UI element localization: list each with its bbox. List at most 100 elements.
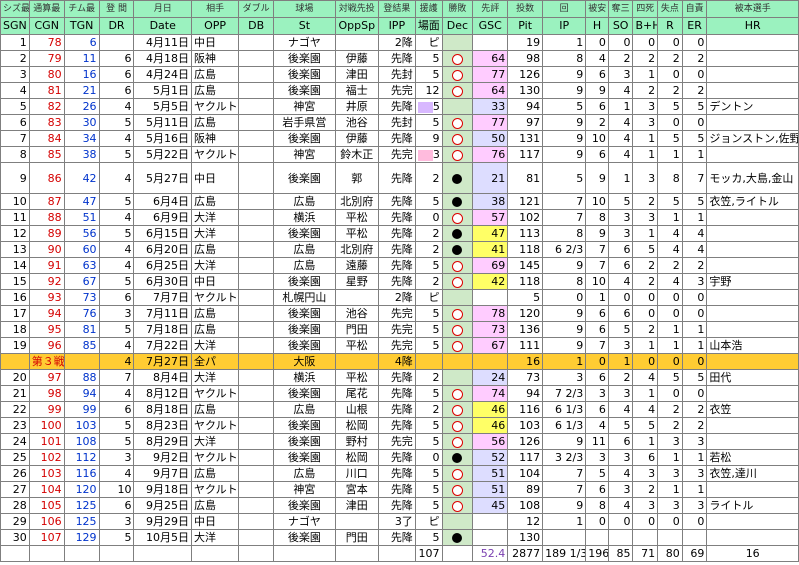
cell-dec — [441, 401, 474, 418]
cell-dec — [441, 337, 474, 354]
cell-so: 2 — [607, 369, 634, 386]
win-mark-icon — [451, 53, 463, 65]
total-pit: 2877 — [507, 545, 544, 562]
cell-dr: 4 — [98, 385, 135, 402]
game-row: 17 94 76 3 7月11日 広島 後楽園 池谷 先完 5 78 120 9 6 6 0 0 0 — [0, 305, 799, 322]
cell-cgn: 82 — [28, 98, 65, 115]
cell-scene: 5 — [414, 417, 443, 434]
cell-er: 4 — [681, 241, 708, 258]
total-st — [273, 545, 336, 562]
cell-bh: 1 — [632, 385, 659, 402]
cell-r: 8 — [657, 162, 683, 194]
cell-hr: 山本浩 — [706, 337, 799, 354]
cell-er: 0 — [681, 353, 708, 370]
cell-sgn: 30 — [0, 529, 30, 546]
cell-so: 3 — [607, 337, 634, 354]
cell-ipp: 4降 — [377, 353, 416, 370]
cell-ip: 9 — [542, 257, 587, 274]
cell-ip: 1 — [542, 353, 587, 370]
cell-gsc: 73 — [472, 321, 509, 338]
cell-h: 8 — [585, 209, 609, 226]
cell-h: 6 — [585, 146, 609, 163]
cell-date: 5月22日 — [133, 146, 192, 163]
cell-r: 0 — [657, 34, 683, 51]
cell-dec — [441, 497, 474, 514]
cell-sgn: 17 — [0, 305, 30, 322]
cell-r: 0 — [657, 305, 683, 322]
cell-pit: 97 — [507, 114, 544, 131]
cell-ip: 7 — [542, 465, 587, 482]
game-row: 15 92 67 5 6月30日 中日 後楽園 星野 先降 2 42 118 8 10 4 2 4 3 宇野 — [0, 273, 799, 290]
cell-so: 4 — [607, 82, 634, 99]
header-sub-cell: 先評 — [472, 0, 509, 18]
cell-db — [238, 193, 275, 210]
header-sub-cell: 対戦先投 — [334, 0, 379, 18]
cell-oppsp: 津田 — [334, 66, 379, 83]
cell-tgn: 120 — [63, 481, 100, 498]
cell-oppsp: 尾花 — [334, 385, 379, 402]
cell-oppsp — [334, 289, 379, 306]
cell-ip: 9 — [542, 321, 587, 338]
header-sub-cell: 球場 — [273, 0, 336, 18]
status-swatch — [417, 101, 433, 113]
cell-so: 6 — [607, 305, 634, 322]
win-mark-icon — [451, 436, 463, 448]
cell-opp: 大洋 — [190, 369, 240, 386]
cell-ipp: 先完 — [377, 146, 416, 163]
cell-ip: 9 — [542, 66, 587, 83]
cell-st: 岩手県営 — [273, 114, 336, 131]
cell-h: 2 — [585, 114, 609, 131]
cell-gsc — [472, 34, 509, 51]
cell-oppsp: 松岡 — [334, 449, 379, 466]
cell-so: 6 — [607, 257, 634, 274]
cell-cgn: 90 — [28, 241, 65, 258]
cell-sgn: 25 — [0, 449, 30, 466]
cell-bh: 1 — [632, 66, 659, 83]
header-main-cell: 場面 — [414, 17, 443, 35]
cell-sgn: 8 — [0, 146, 30, 163]
cell-oppsp: 伊藤 — [334, 50, 379, 67]
cell-dec — [441, 417, 474, 434]
cell-opp: 広島 — [190, 305, 240, 322]
game-row: 18 95 81 5 7月18日 広島 後楽園 門田 先完 5 73 136 9 6 5 2 1 1 — [0, 321, 799, 338]
cell-ipp: 3了 — [377, 513, 416, 530]
cell-tgn: 103 — [63, 417, 100, 434]
cell-opp: 大洋 — [190, 529, 240, 546]
total-sgn — [0, 545, 30, 562]
total-cgn — [28, 545, 65, 562]
cell-oppsp: 津田 — [334, 497, 379, 514]
cell-opp: ヤクルト — [190, 98, 240, 115]
cell-ipp: 先降 — [377, 385, 416, 402]
game-row: 21 98 94 4 8月12日 ヤクルト 後楽園 尾花 先降 5 74 94 7 2/3 3 3 1 0 0 — [0, 385, 799, 402]
cell-scene: 2 — [414, 401, 443, 418]
game-row: 2 79 11 6 4月18日 阪神 後楽園 伊藤 先降 5 64 98 8 4 2 2 2 2 — [0, 50, 799, 67]
cell-pit: 130 — [507, 82, 544, 99]
cell-cgn: 98 — [28, 385, 65, 402]
cell-dec — [441, 465, 474, 482]
cell-hr: 若松 — [706, 449, 799, 466]
cell-tgn: 11 — [63, 50, 100, 67]
cell-gsc — [472, 529, 509, 546]
cell-dr: 4 — [98, 465, 135, 482]
cell-date: 5月5日 — [133, 98, 192, 115]
cell-pit: 108 — [507, 497, 544, 514]
cell-st: 後楽園 — [273, 433, 336, 450]
cell-st: 後楽園 — [273, 417, 336, 434]
cell-r: 4 — [657, 241, 683, 258]
cell-dec — [441, 449, 474, 466]
cell-sgn: 11 — [0, 209, 30, 226]
cell-opp: 広島 — [190, 82, 240, 99]
game-row: 7 84 34 4 5月16日 阪神 後楽園 伊藤 先降 9 50 131 9 10 4 1 5 5 ジョンストン,… — [0, 130, 799, 147]
cell-date: 8月23日 — [133, 417, 192, 434]
cell-so: 6 — [607, 241, 634, 258]
cell-er: 1 — [681, 337, 708, 354]
cell-db — [238, 481, 275, 498]
cell-pit: 116 — [507, 401, 544, 418]
cell-er: 0 — [681, 513, 708, 530]
cell-h: 0 — [585, 353, 609, 370]
header-main-cell: IP — [542, 17, 587, 35]
cell-so: 5 — [607, 417, 634, 434]
cell-cgn: 第３戦 — [28, 353, 65, 370]
cell-pit: 94 — [507, 385, 544, 402]
cell-pit: 126 — [507, 433, 544, 450]
